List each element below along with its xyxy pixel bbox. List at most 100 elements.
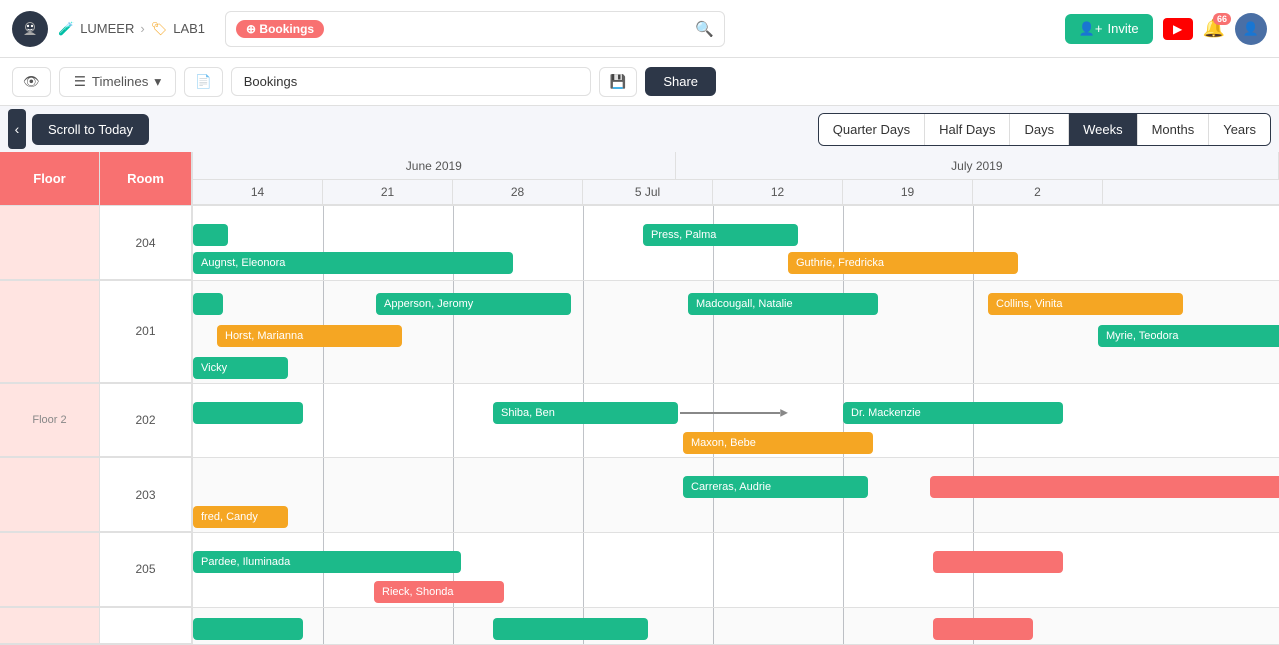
booking-vicky[interactable]: Vicky (193, 357, 288, 379)
workspace-icon: 🧪 (58, 21, 74, 37)
bar-container-205: Pardee, Iluminada Rieck, Shonda (193, 533, 1279, 607)
timeline-scroll[interactable]: June 2019 July 2019 14 21 28 5 Jul 12 19… (193, 152, 1279, 645)
room-row-204: 204 (0, 206, 191, 281)
vline-202-2 (453, 384, 454, 458)
scale-quarter-days-button[interactable]: Quarter Days (819, 114, 925, 145)
booking-extra-2[interactable] (493, 618, 648, 640)
vline-205-3 (583, 533, 584, 607)
booking-rieck[interactable]: Rieck, Shonda (374, 581, 504, 603)
room-cell-extra (100, 608, 191, 644)
booking-bar[interactable] (193, 224, 228, 246)
vline-203-3 (583, 458, 584, 532)
booking-pink-203[interactable] (930, 476, 1279, 498)
scale-half-days-button[interactable]: Half Days (925, 114, 1010, 145)
logo (12, 11, 48, 47)
week-headers: 14 21 28 5 Jul 12 19 2 (193, 180, 1279, 206)
booking-extra-3[interactable] (933, 618, 1033, 640)
invite-icon: 👤+ (1079, 21, 1103, 37)
booking-carreras[interactable]: Carreras, Audrie (683, 476, 868, 498)
invite-button[interactable]: 👤+ Invite (1065, 14, 1153, 44)
booking-maxon[interactable]: Maxon, Bebe (683, 432, 873, 454)
breadcrumb-chevron: › (140, 21, 144, 36)
booking-madcougall[interactable]: Madcougall, Natalie (688, 293, 878, 315)
document-button[interactable]: 📄 (184, 67, 223, 97)
floor-header: Floor (0, 152, 100, 205)
booking-horst[interactable]: Horst, Marianna (217, 325, 402, 347)
search-input[interactable] (332, 21, 695, 36)
bar-container-203: Carreras, Audrie fred, Candy (193, 458, 1279, 532)
month-headers: June 2019 July 2019 (193, 152, 1279, 180)
room-row-extra (0, 608, 191, 645)
search-bar: ⊕ Bookings 🔍 (225, 11, 725, 47)
avatar[interactable]: 👤 (1235, 13, 1267, 45)
vline-ex-4 (713, 608, 714, 644)
week-2: 2 (973, 180, 1103, 204)
vline-203-1 (323, 458, 324, 532)
view-toggle-button[interactable]: 👁 (12, 67, 51, 97)
project-label[interactable]: LAB1 (173, 21, 205, 36)
week-28: 28 (453, 180, 583, 204)
topbar: 🧪 LUMEER › 🏷 LAB1 ⊕ Bookings 🔍 👤+ Invite… (0, 0, 1279, 58)
save-button[interactable]: 💾 (599, 67, 638, 97)
month-june: June 2019 (193, 152, 676, 179)
data-row-202: Shiba, Ben Dr. Mackenzie Maxon, Bebe (193, 384, 1279, 459)
room-header: Room (100, 152, 191, 205)
week-12: 12 (713, 180, 843, 204)
booking-press-palma[interactable]: Press, Palma (643, 224, 798, 246)
floor-cell-205 (0, 533, 100, 607)
scroll-today-button[interactable]: Scroll to Today (32, 114, 149, 145)
scale-years-button[interactable]: Years (1209, 114, 1270, 145)
booking-pink-205[interactable] (933, 551, 1063, 573)
data-rows: Press, Palma Augnst, Eleonora Guthrie, F… (193, 206, 1279, 645)
scale-weeks-button[interactable]: Weeks (1069, 114, 1138, 145)
booking-pardee[interactable]: Pardee, Iluminada (193, 551, 461, 573)
vline-201-3 (583, 281, 584, 383)
booking-mackenzie[interactable]: Dr. Mackenzie (843, 402, 1063, 424)
week-5jul: 5 Jul (583, 180, 713, 204)
bar-container-201: Apperson, Jeromy Madcougall, Natalie Col… (193, 281, 1279, 383)
view-title[interactable]: Bookings (231, 67, 591, 96)
vline-205-5 (843, 533, 844, 607)
notifications-button[interactable]: 🔔 66 (1203, 18, 1225, 39)
data-row-205: Pardee, Iluminada Rieck, Shonda (193, 533, 1279, 608)
app-container: 🧪 LUMEER › 🏷 LAB1 ⊕ Bookings 🔍 👤+ Invite… (0, 0, 1279, 645)
arrow-202 (680, 412, 780, 414)
notif-count-badge: 66 (1213, 13, 1231, 25)
room-row-205: 205 (0, 533, 191, 608)
booking-fred[interactable]: fred, Candy (193, 506, 288, 528)
vline-ex-5 (843, 608, 844, 644)
workspace-label[interactable]: LUMEER (80, 21, 134, 36)
floor-cell-extra (0, 608, 100, 644)
booking-apperson[interactable]: Apperson, Jeromy (376, 293, 571, 315)
timelines-dropdown-button[interactable]: ☰ Timelines ▾ (59, 67, 176, 97)
room-cell-201: 201 (100, 281, 191, 383)
bar-container-204: Press, Palma Augnst, Eleonora Guthrie, F… (193, 206, 1279, 280)
floor-cell-201 (0, 281, 100, 383)
booking-bar-202-partial[interactable] (193, 402, 303, 424)
bar-container-202: Shiba, Ben Dr. Mackenzie Maxon, Bebe (193, 384, 1279, 458)
scale-months-button[interactable]: Months (1138, 114, 1210, 145)
vline-ex-2 (453, 608, 454, 644)
topbar-right: 👤+ Invite ▶ 🔔 66 👤 (1065, 13, 1267, 45)
collapse-panel-button[interactable]: ‹ (8, 109, 26, 149)
booking-collins[interactable]: Collins, Vinita (988, 293, 1183, 315)
scale-days-button[interactable]: Days (1010, 114, 1069, 145)
youtube-button[interactable]: ▶ (1163, 18, 1193, 40)
booking-extra-1[interactable] (193, 618, 303, 640)
project-icon: 🏷 (151, 21, 168, 37)
booking-augnst[interactable]: Augnst, Eleonora (193, 252, 513, 274)
room-row-202: Floor 2 202 (0, 384, 191, 459)
bar-container-extra (193, 608, 1279, 644)
timelines-label: Timelines (92, 74, 149, 89)
booking-bar-partial[interactable] (193, 293, 223, 315)
share-button[interactable]: Share (645, 67, 716, 96)
room-cell-204: 204 (100, 206, 191, 280)
vline-201-6 (973, 281, 974, 383)
week-21: 21 (323, 180, 453, 204)
booking-myrie[interactable]: Myrie, Teodora (1098, 325, 1279, 347)
booking-shiba[interactable]: Shiba, Ben (493, 402, 678, 424)
data-row-204: Press, Palma Augnst, Eleonora Guthrie, F… (193, 206, 1279, 281)
search-icon[interactable]: 🔍 (695, 20, 714, 38)
booking-guthrie[interactable]: Guthrie, Fredricka (788, 252, 1018, 274)
time-scale-buttons: Quarter Days Half Days Days Weeks Months… (818, 113, 1271, 146)
